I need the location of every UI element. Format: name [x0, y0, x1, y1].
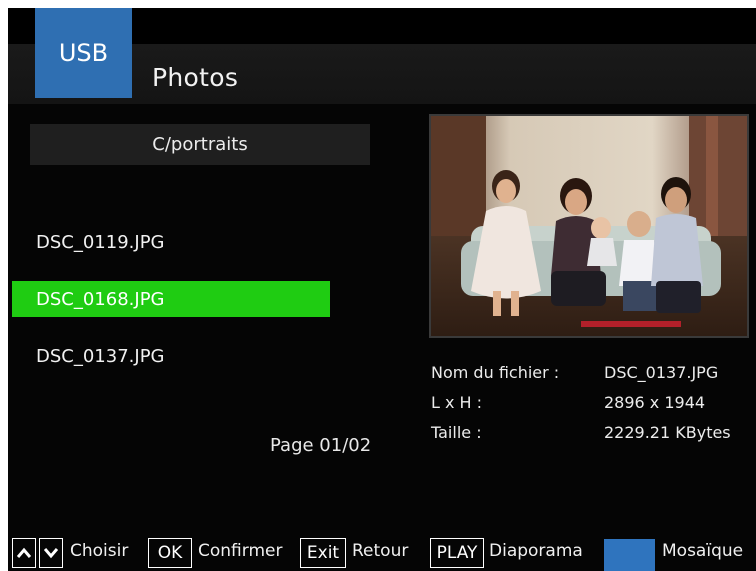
down-arrow-icon	[44, 548, 58, 559]
page-title: Photos	[152, 63, 239, 92]
confirm-label: Confirmer	[198, 541, 283, 561]
current-folder-label: C/portraits	[152, 134, 248, 155]
size-value: 2229.21 KBytes	[604, 423, 731, 442]
filename-label: Nom du fichier :	[431, 363, 560, 382]
back-label: Retour	[352, 541, 409, 561]
dimensions-label: L x H :	[431, 393, 483, 412]
size-row: Taille : 2229.21 KBytes	[431, 423, 756, 447]
down-arrow-key[interactable]	[39, 538, 63, 568]
file-item-selected[interactable]: DSC_0168.JPG	[12, 281, 330, 317]
tv-screen: USB Photos C/portraits DSC_0119.JPG DSC_…	[8, 8, 756, 571]
usb-source-badge: USB	[35, 8, 132, 98]
usb-badge-label: USB	[58, 39, 109, 67]
dimensions-value: 2896 x 1944	[604, 393, 706, 412]
page-indicator: Page 01/02	[270, 435, 372, 456]
file-item-label: DSC_0119.JPG	[36, 231, 165, 253]
play-key[interactable]: PLAY	[430, 538, 484, 568]
play-key-label: PLAY	[436, 543, 478, 563]
up-arrow-icon	[17, 547, 31, 558]
file-item[interactable]: DSC_0119.JPG	[12, 224, 330, 260]
file-item[interactable]: DSC_0137.JPG	[12, 338, 330, 374]
exit-key[interactable]: Exit	[300, 538, 346, 568]
filename-row: Nom du fichier : DSC_0137.JPG	[431, 363, 756, 387]
current-folder[interactable]: C/portraits	[30, 124, 370, 165]
size-label: Taille :	[431, 423, 482, 442]
up-arrow-key[interactable]	[12, 538, 36, 568]
slideshow-label: Diaporama	[489, 541, 583, 561]
filename-value: DSC_0137.JPG	[604, 363, 719, 382]
ok-key-label: OK	[157, 543, 183, 563]
exit-key-label: Exit	[306, 543, 340, 563]
choose-label: Choisir	[70, 541, 129, 561]
dimensions-row: L x H : 2896 x 1944	[431, 393, 756, 417]
family-portrait-photo	[431, 116, 747, 336]
photo-preview	[429, 114, 749, 338]
file-item-label: DSC_0168.JPG	[36, 288, 165, 310]
blue-color-key[interactable]	[604, 539, 655, 571]
ok-key[interactable]: OK	[148, 538, 192, 568]
mosaic-label: Mosaïque	[662, 541, 744, 561]
file-item-label: DSC_0137.JPG	[36, 345, 165, 367]
